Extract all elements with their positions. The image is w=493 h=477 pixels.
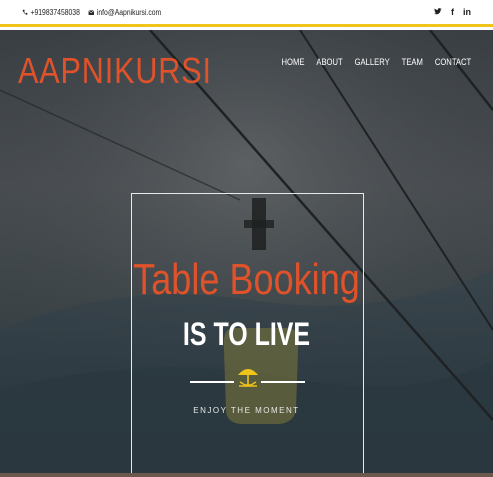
social-links: f in <box>434 7 471 17</box>
linkedin-icon[interactable]: in <box>463 7 471 17</box>
phone-icon <box>22 9 28 15</box>
hero-divider <box>190 365 305 390</box>
contact-info: +919837458038 info@Aapnikursi.com <box>22 8 161 17</box>
hero-tagline: ENJOY THE MOMENT <box>193 406 300 415</box>
divider-line-left <box>190 381 234 383</box>
main-nav: HOME ABOUT GALLERY TEAM CONTACT <box>281 57 471 67</box>
nav-contact[interactable]: CONTACT <box>435 57 471 67</box>
nav-gallery[interactable]: GALLERY <box>354 57 389 67</box>
phone-number: +919837458038 <box>30 7 80 17</box>
nav-team[interactable]: TEAM <box>401 57 422 67</box>
email-item[interactable]: info@Aapnikursi.com <box>88 8 161 17</box>
hero-headline: Table Booking <box>133 255 360 304</box>
envelope-icon <box>88 9 95 15</box>
top-bar: +919837458038 info@Aapnikursi.com f in <box>0 0 493 27</box>
hero-section: AAPNIKURSI HOME ABOUT GALLERY TEAM CONTA… <box>0 30 493 477</box>
facebook-icon[interactable]: f <box>451 7 454 17</box>
twitter-icon[interactable] <box>434 7 442 17</box>
nav-home[interactable]: HOME <box>281 57 304 67</box>
umbrella-icon <box>238 369 258 387</box>
nav-about[interactable]: ABOUT <box>316 57 342 67</box>
divider-line-right <box>261 381 305 383</box>
hero-subline: IS TO LIVE <box>182 316 311 352</box>
phone-item[interactable]: +919837458038 <box>22 8 80 17</box>
site-logo[interactable]: AAPNIKURSI <box>18 50 212 92</box>
hero-bottom-strip <box>0 473 493 477</box>
email-address: info@Aapnikursi.com <box>96 7 162 17</box>
